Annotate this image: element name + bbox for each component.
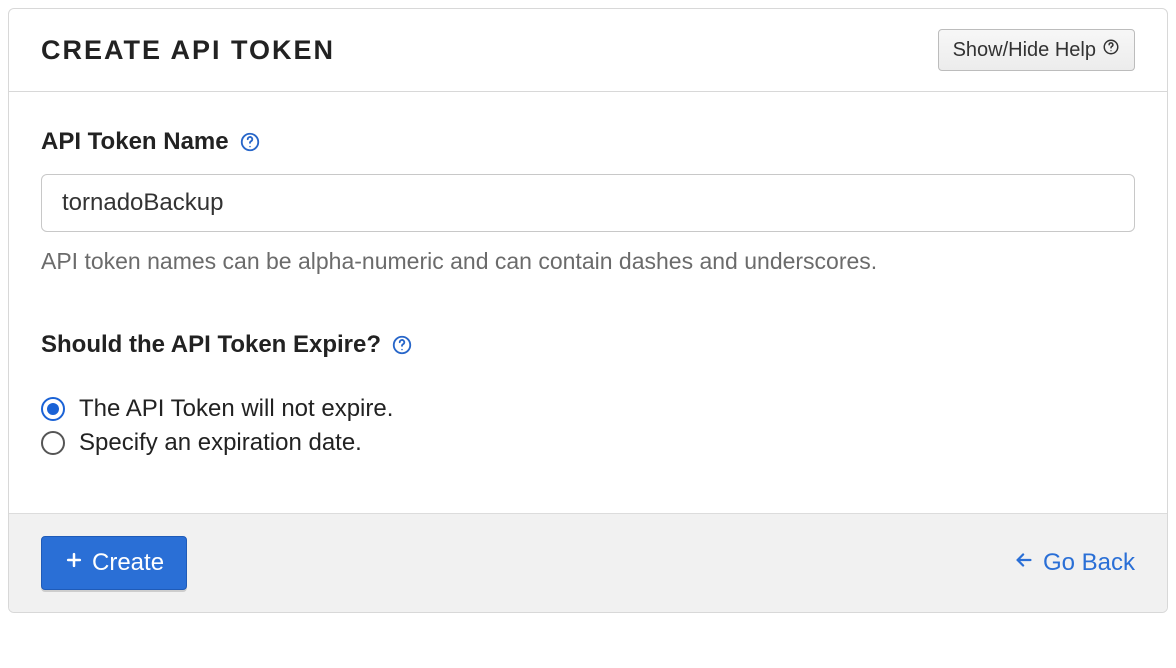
expire-section: Should the API Token Expire? The API Tok… (41, 331, 1135, 457)
expire-label: Should the API Token Expire? (41, 331, 413, 359)
question-circle-icon[interactable] (239, 131, 261, 153)
arrow-left-icon (1013, 549, 1035, 578)
token-name-hint: API token names can be alpha-numeric and… (41, 248, 1135, 275)
create-button-label: Create (92, 549, 164, 577)
radio-label: The API Token will not expire. (79, 395, 393, 423)
help-button-label: Show/Hide Help (953, 39, 1096, 62)
panel-body: API Token Name API token names can be al… (9, 92, 1167, 513)
panel-header: CREATE API TOKEN Show/Hide Help (9, 9, 1167, 92)
question-circle-icon[interactable] (391, 334, 413, 356)
create-button[interactable]: Create (41, 536, 187, 590)
question-circle-icon (1102, 38, 1120, 62)
go-back-link[interactable]: Go Back (1013, 549, 1135, 578)
radio-dot-icon (47, 403, 59, 415)
token-name-label-text: API Token Name (41, 128, 229, 156)
radio-option-no-expire[interactable]: The API Token will not expire. (41, 395, 1135, 423)
radio-icon (41, 431, 65, 455)
expire-label-text: Should the API Token Expire? (41, 331, 381, 359)
go-back-label: Go Back (1043, 549, 1135, 577)
plus-icon (64, 549, 84, 577)
create-api-token-panel: CREATE API TOKEN Show/Hide Help API Toke… (8, 8, 1168, 613)
api-token-name-input[interactable] (41, 174, 1135, 232)
expire-radio-group: The API Token will not expire. Specify a… (41, 395, 1135, 457)
show-hide-help-button[interactable]: Show/Hide Help (938, 29, 1135, 71)
radio-option-specify-date[interactable]: Specify an expiration date. (41, 429, 1135, 457)
radio-icon (41, 397, 65, 421)
page-title: CREATE API TOKEN (41, 35, 335, 66)
radio-label: Specify an expiration date. (79, 429, 362, 457)
token-name-label: API Token Name (41, 128, 261, 156)
panel-footer: Create Go Back (9, 513, 1167, 612)
